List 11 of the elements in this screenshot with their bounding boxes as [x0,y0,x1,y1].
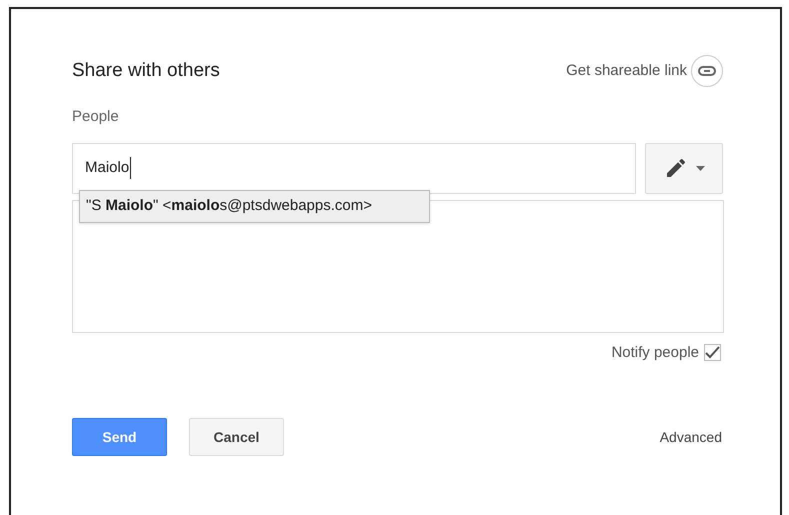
shareable-link-button[interactable]: Get shareable link [566,55,723,87]
permission-button[interactable] [645,142,723,194]
caret-icon [696,166,705,170]
dialog-title: Share with others [72,58,220,83]
notify-checkbox[interactable] [704,344,721,362]
cancel-button[interactable]: Cancel [189,418,284,456]
advanced-link[interactable]: Advanced [660,426,722,448]
suggestion-item[interactable]: "S Maiolo" <maiolos@ptsdwebapps.com> [79,190,430,222]
notify-label: Notify people [611,342,699,362]
people-label: People [72,107,120,127]
link-icon [691,55,723,87]
